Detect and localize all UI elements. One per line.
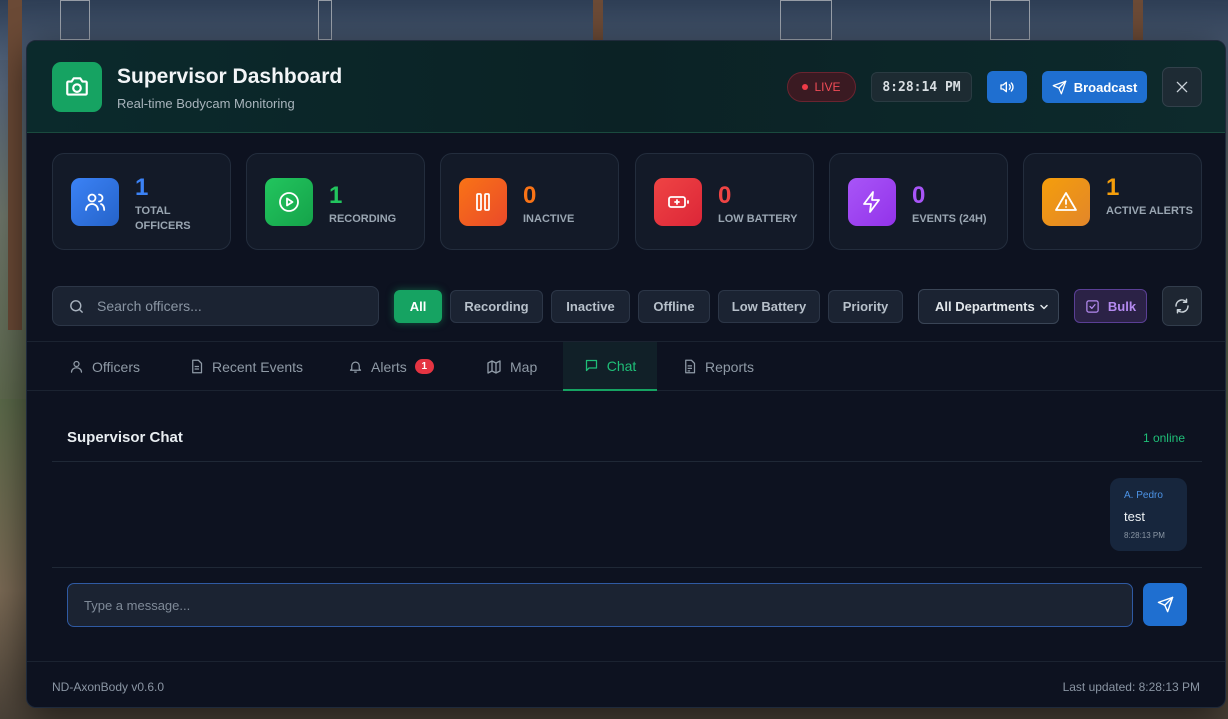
- stat-label: Low Battery: [718, 213, 798, 225]
- stat-label: Recording: [329, 213, 397, 225]
- divider: [52, 461, 1202, 462]
- filter-all[interactable]: All: [394, 290, 442, 323]
- bolt-icon: [848, 178, 896, 226]
- message-sender: A. Pedro: [1124, 490, 1163, 501]
- filter-priority[interactable]: Priority: [828, 290, 903, 323]
- play-icon: [265, 178, 313, 226]
- tab-label: Chat: [606, 357, 637, 374]
- stat-card-recording: 1 Recording: [246, 153, 425, 250]
- report-icon: [685, 359, 696, 374]
- search-input[interactable]: [97, 287, 372, 325]
- stat-card-low-battery: 0 Low Battery: [635, 153, 814, 250]
- tab-label: Recent Events: [212, 358, 304, 375]
- battery-icon: [654, 178, 702, 226]
- online-count: 1 online: [1142, 431, 1185, 445]
- stat-card-active-alerts: 1 Active Alerts: [1023, 153, 1202, 250]
- filter-recording[interactable]: Recording: [450, 290, 543, 323]
- tab-label: Officers: [92, 358, 140, 375]
- tab-map[interactable]: Map: [486, 342, 537, 391]
- version-label: ND-AxonBody v0.6.0: [52, 680, 165, 694]
- stat-value: 0: [718, 182, 732, 209]
- camera-icon: [66, 77, 88, 96]
- close-button[interactable]: [1162, 67, 1202, 107]
- tab-alerts[interactable]: Alerts 1: [348, 342, 434, 391]
- send-message-button[interactable]: [1143, 583, 1187, 626]
- stat-label: Inactive: [523, 213, 575, 225]
- search-icon: [70, 300, 83, 313]
- tab-label: Alerts: [371, 358, 407, 375]
- user-icon: [70, 360, 83, 373]
- close-icon: [1176, 81, 1188, 93]
- stat-label: Events (24h): [912, 213, 987, 225]
- tab-recent-events[interactable]: Recent Events: [189, 342, 303, 391]
- stat-card-events: 0 Events (24h): [829, 153, 1008, 250]
- refresh-button[interactable]: [1162, 286, 1202, 326]
- live-label: LIVE: [814, 80, 841, 94]
- alerts-count-badge: 1: [414, 359, 434, 374]
- bulk-label: Bulk: [1107, 298, 1137, 314]
- stat-value: 1: [135, 174, 149, 201]
- stat-card-total-officers: 1 Total Officers: [52, 153, 231, 250]
- filter-low-battery[interactable]: Low Battery: [718, 290, 820, 323]
- camera-logo: [52, 62, 102, 112]
- broadcast-label: Broadcast: [1073, 79, 1138, 95]
- tab-officers[interactable]: Officers: [69, 342, 140, 391]
- message-input[interactable]: [67, 583, 1133, 627]
- checkbox-icon: [1086, 299, 1099, 313]
- message-text: test: [1124, 509, 1145, 524]
- map-icon: [487, 359, 501, 374]
- stat-label: Active Alerts: [1106, 205, 1193, 217]
- chat-icon: [585, 359, 597, 372]
- search-box: [52, 286, 379, 326]
- tab-reports[interactable]: Reports: [682, 342, 754, 391]
- tab-chat[interactable]: Chat: [563, 342, 657, 391]
- refresh-icon: [1175, 298, 1189, 314]
- chat-message: A. Pedro test 8:28:13 PM: [1110, 478, 1187, 551]
- sound-toggle-button[interactable]: [987, 71, 1027, 103]
- tab-label: Reports: [705, 358, 755, 375]
- warning-icon: [1042, 178, 1090, 226]
- filter-inactive[interactable]: Inactive: [551, 290, 630, 323]
- live-dot-icon: [802, 84, 809, 90]
- send-icon: [1157, 596, 1173, 613]
- pause-icon: [459, 178, 507, 226]
- divider: [52, 567, 1202, 568]
- live-status-badge: LIVE: [787, 72, 856, 102]
- bell-icon: [349, 361, 362, 373]
- stat-value: 0: [523, 182, 537, 209]
- department-select-value: All Departments: [935, 299, 1035, 314]
- stat-value: 1: [1106, 174, 1120, 201]
- filter-offline[interactable]: Offline: [638, 290, 710, 323]
- department-select[interactable]: All Departments: [918, 289, 1059, 324]
- tab-bar: Officers Recent Events Alerts 1 Map Chat…: [27, 341, 1225, 391]
- broadcast-button[interactable]: Broadcast: [1042, 71, 1147, 103]
- chat-title: Supervisor Chat: [67, 429, 183, 446]
- divider: [27, 661, 1225, 662]
- message-time: 8:28:13 PM: [1124, 531, 1165, 540]
- bulk-button[interactable]: Bulk: [1074, 289, 1147, 323]
- dashboard-header: Supervisor Dashboard Real-time Bodycam M…: [27, 41, 1225, 133]
- tab-label: Map: [510, 358, 538, 375]
- chevron-down-icon: [1040, 304, 1048, 310]
- stat-value: 1: [329, 182, 343, 209]
- last-updated-label: Last updated: 8:28:13 PM: [1062, 680, 1200, 694]
- send-icon: [1052, 80, 1067, 94]
- page-subtitle: Real-time Bodycam Monitoring: [117, 96, 295, 111]
- document-icon: [192, 359, 203, 374]
- clock-display: 8:28:14 PM: [871, 72, 972, 102]
- supervisor-dashboard-panel: Supervisor Dashboard Real-time Bodycam M…: [26, 40, 1226, 708]
- stat-label: Total Officers: [135, 205, 191, 232]
- users-icon: [71, 178, 119, 226]
- stat-card-inactive: 0 Inactive: [440, 153, 619, 250]
- stat-value: 0: [912, 182, 926, 209]
- speaker-icon: [1000, 81, 1014, 93]
- page-title: Supervisor Dashboard: [117, 65, 343, 88]
